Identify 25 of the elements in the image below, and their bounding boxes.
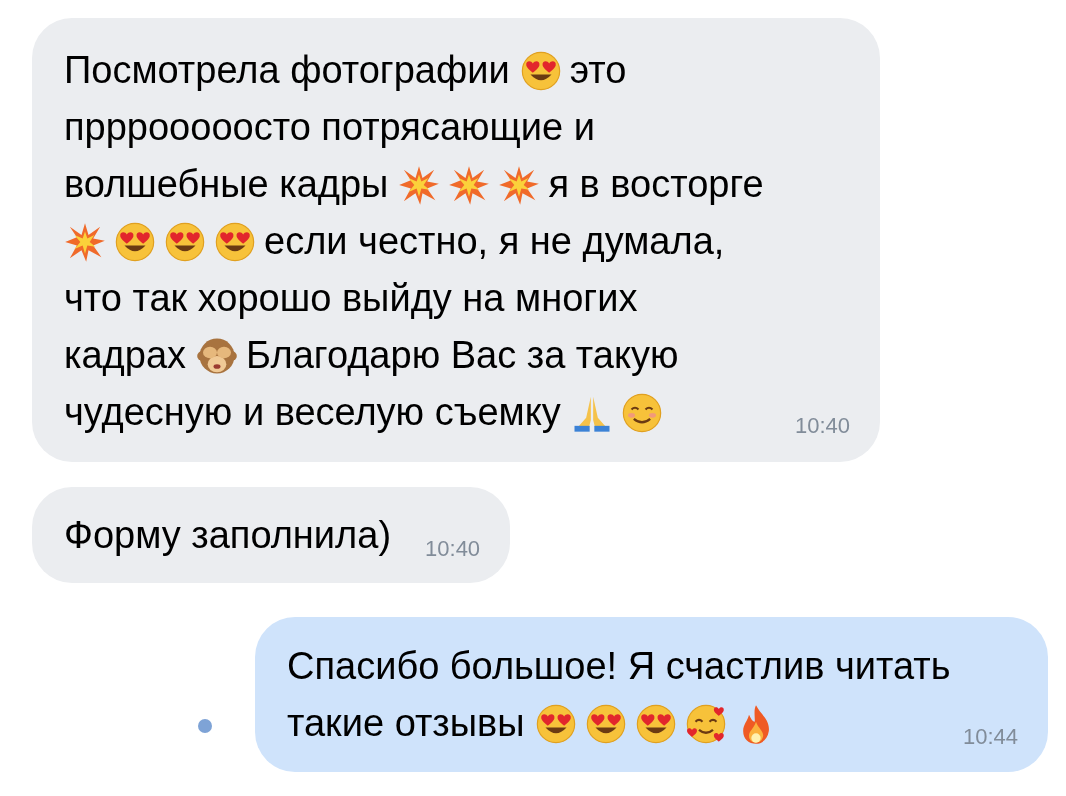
heart-eyes-emoji-icon (584, 702, 627, 745)
heart-eyes-emoji-icon (114, 220, 156, 263)
message-text: что так хорошо выйду на многих (64, 277, 638, 320)
heart-eyes-emoji-icon (214, 220, 256, 263)
smiling-face-hearts-emoji-icon (684, 702, 727, 745)
message-text: я в восторге (548, 163, 764, 206)
smiling-face-emoji-icon (620, 391, 663, 434)
message-text: Спасибо большое! Я счастлив читать (287, 645, 951, 688)
message-text: волшебные кадры (64, 163, 389, 206)
message-text: если честно, я не думала, (264, 220, 725, 263)
message-text: это (569, 49, 627, 92)
message-text: кадрах (64, 334, 187, 377)
message-text: Форму заполнила) (64, 514, 392, 557)
message-time: 10:40 (793, 413, 850, 439)
message-time: 10:44 (961, 724, 1018, 750)
heart-eyes-emoji-icon (534, 702, 577, 745)
heart-eyes-emoji-icon (634, 702, 677, 745)
message-time: 10:40 (424, 536, 481, 562)
heart-eyes-emoji-icon (519, 49, 562, 92)
message-text: чудесную и веселую съемку (64, 391, 561, 434)
message-text: прррооооосто потрясающие и (64, 106, 595, 149)
message-text: такие отзывы (287, 702, 525, 745)
message-text: Благодарю Вас за такую (246, 334, 679, 377)
message-text: Посмотрела фотографии (64, 49, 510, 92)
heart-eyes-emoji-icon (164, 220, 206, 263)
